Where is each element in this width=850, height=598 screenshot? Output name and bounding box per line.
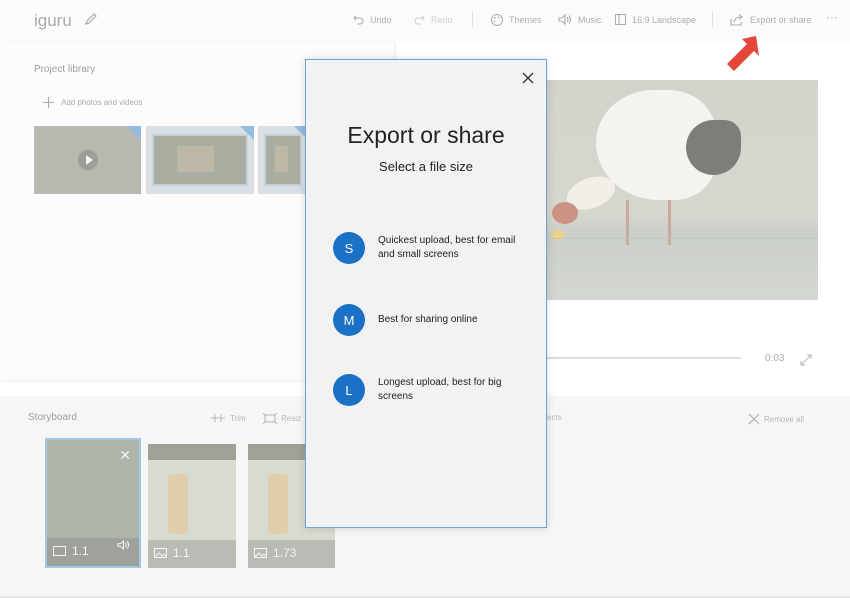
add-photos-and-videos-button[interactable]: Add photos and videos xyxy=(42,96,142,109)
more-options-button[interactable]: ··· xyxy=(826,10,838,24)
music-label: Music xyxy=(578,14,602,25)
trim-label: Trim xyxy=(230,413,246,423)
video-preview xyxy=(546,80,818,300)
project-library-title: Project library xyxy=(34,64,96,75)
redo-button[interactable]: Redo xyxy=(413,13,453,26)
aspect-ratio-icon xyxy=(614,13,627,26)
speaker-icon[interactable] xyxy=(117,538,131,556)
bird-wing xyxy=(686,120,741,175)
file-size-option-medium[interactable]: M Best for sharing online xyxy=(333,304,533,336)
dialog-subtitle: Select a file size xyxy=(379,159,473,174)
video-icon xyxy=(53,546,66,556)
duration-value: 1.1 xyxy=(72,544,89,558)
library-thumbnail-screenshot[interactable] xyxy=(258,126,308,194)
size-badge: L xyxy=(333,374,365,406)
remove-all-label: Remove all xyxy=(764,414,805,424)
effects-label: ects xyxy=(547,413,562,422)
share-icon xyxy=(730,14,743,26)
card-duration: 1.1 xyxy=(53,544,89,558)
option-description: Best for sharing online xyxy=(378,314,478,325)
giraffe-image xyxy=(268,474,288,534)
export-dialog: Export or share Select a file size S Qui… xyxy=(305,59,547,528)
storyboard-card[interactable]: 1.1 xyxy=(148,444,236,568)
close-icon[interactable]: ✕ xyxy=(119,448,131,462)
toolbar-divider xyxy=(472,12,473,27)
more-icon: ··· xyxy=(826,10,838,24)
themes-label: Themes xyxy=(509,15,542,25)
music-button[interactable]: Music xyxy=(558,13,602,26)
storyboard-card-selected[interactable]: ✕ 1.1 xyxy=(45,438,141,568)
undo-label: Undo xyxy=(370,14,392,25)
redo-icon xyxy=(414,15,425,25)
trim-icon xyxy=(211,414,225,422)
remove-all-button[interactable]: Remove all xyxy=(748,413,804,425)
resize-label: Resiz xyxy=(281,414,302,423)
add-photos-label: Add photos and videos xyxy=(61,98,143,107)
export-or-share-button[interactable]: Export or share xyxy=(730,13,812,26)
size-badge: M xyxy=(333,304,365,336)
fullscreen-icon[interactable] xyxy=(800,353,812,371)
trim-button[interactable]: Trim xyxy=(210,413,246,423)
option-description: Quickest upload, best for email and smal… xyxy=(378,235,516,260)
resize-button[interactable]: Resiz xyxy=(263,413,301,424)
water-line xyxy=(546,238,818,239)
image-icon xyxy=(154,548,167,558)
undo-icon xyxy=(353,15,364,25)
plus-icon xyxy=(43,97,54,108)
thumbnail-image xyxy=(152,134,248,186)
added-marker-icon xyxy=(240,126,254,140)
playback-scrubber[interactable] xyxy=(546,357,741,359)
pencil-icon[interactable] xyxy=(84,12,98,31)
redo-label: Redo xyxy=(431,14,453,25)
image-icon xyxy=(254,548,267,558)
effects-button[interactable]: ects xyxy=(547,413,562,422)
option-description: Longest upload, best for big screens xyxy=(378,377,502,402)
library-thumbnail-video[interactable] xyxy=(34,126,141,194)
duration-value: 1.73 xyxy=(273,546,297,560)
added-marker-icon xyxy=(127,126,141,140)
aspect-ratio-label: 16:9 Landscape xyxy=(632,14,697,25)
thumbnail-image xyxy=(264,134,302,186)
card-duration: 1.1 xyxy=(154,546,190,560)
play-icon xyxy=(78,150,98,170)
close-icon xyxy=(748,413,760,425)
export-or-share-label: Export or share xyxy=(750,14,812,25)
library-thumbnail-screenshot[interactable] xyxy=(146,126,254,194)
palette-icon xyxy=(490,13,504,27)
toolbar-divider xyxy=(712,12,713,27)
undo-button[interactable]: Undo xyxy=(352,13,392,26)
close-icon[interactable] xyxy=(520,70,536,86)
speaker-icon xyxy=(558,13,572,26)
resize-icon xyxy=(263,413,277,424)
storyboard-title: Storyboard xyxy=(28,412,77,423)
project-title[interactable]: iguru xyxy=(34,11,72,31)
playback-time: 0:03 xyxy=(765,353,785,364)
aspect-ratio-button[interactable]: 16:9 Landscape xyxy=(614,13,696,26)
file-size-option-large[interactable]: L Longest upload, best for big screens xyxy=(333,374,533,406)
file-size-option-small[interactable]: S Quickest upload, best for email and sm… xyxy=(333,232,533,264)
size-badge: S xyxy=(333,232,365,264)
card-image-top xyxy=(148,444,236,460)
giraffe-image xyxy=(168,474,188,534)
card-duration: 1.73 xyxy=(254,546,296,560)
duration-value: 1.1 xyxy=(173,546,190,560)
dialog-title: Export or share xyxy=(347,122,505,148)
themes-button[interactable]: Themes xyxy=(490,13,542,27)
red-arrow-icon xyxy=(722,34,762,81)
bird-head xyxy=(552,202,578,224)
